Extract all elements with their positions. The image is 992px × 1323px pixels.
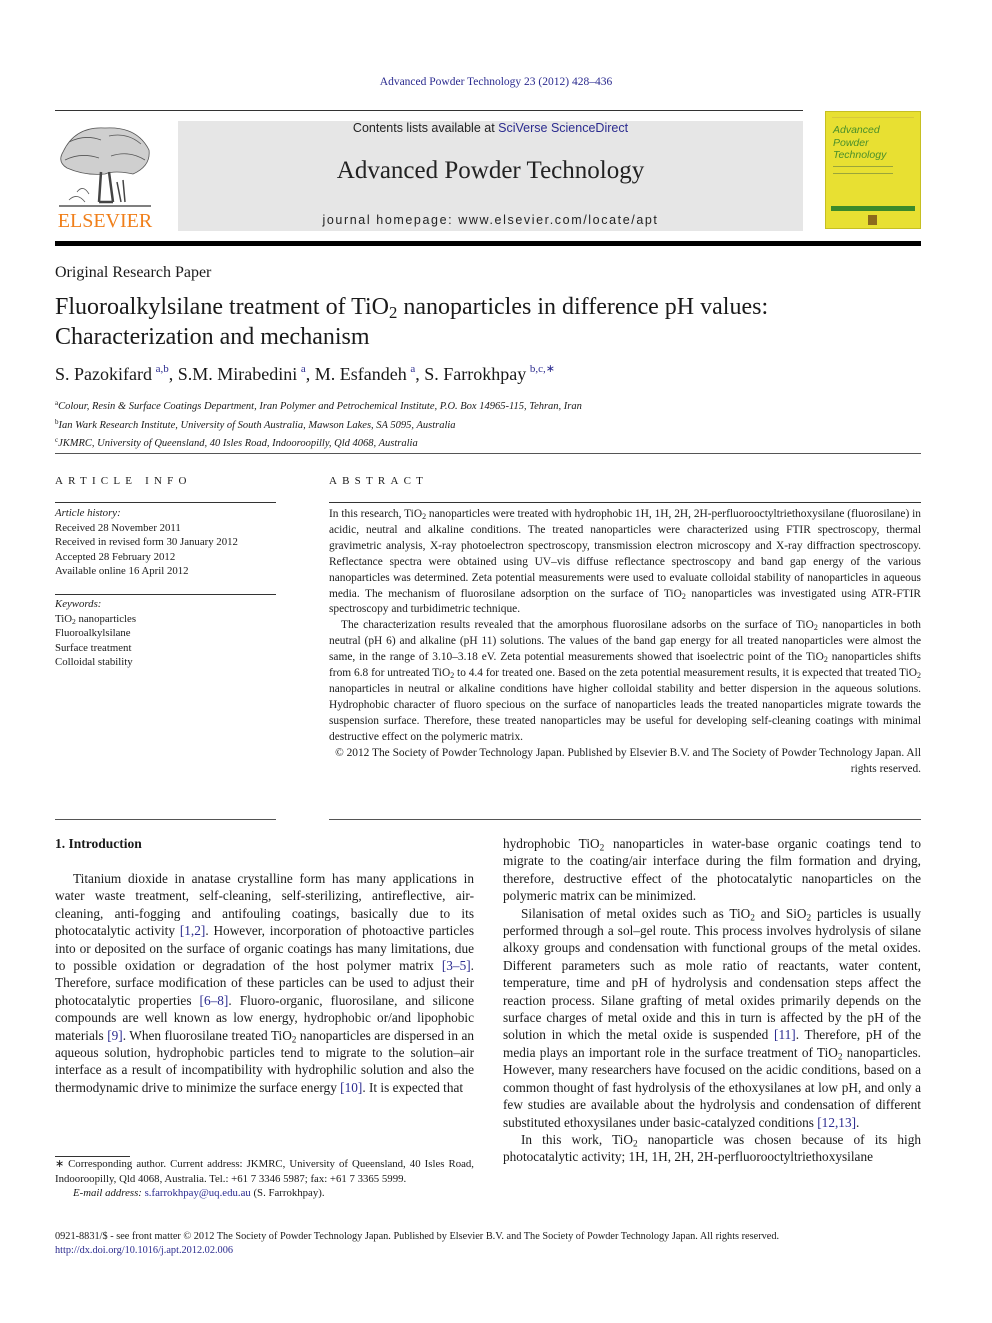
affiliation: aColour, Resin & Surface Coatings Depart… — [55, 399, 582, 412]
history-label: Article history: — [55, 507, 121, 519]
header-thick-rule — [55, 241, 921, 246]
contents-line: Contents lists available at SciVerse Sci… — [178, 121, 803, 135]
divider — [55, 453, 921, 454]
cover-title: Advanced Powder Technology — [833, 124, 886, 162]
journal-homepage-link[interactable]: journal homepage: www.elsevier.com/locat… — [178, 213, 803, 227]
keyword: TiO2 nanoparticles — [55, 612, 137, 626]
doi-link[interactable]: http://dx.doi.org/10.1016/j.apt.2012.02.… — [55, 1244, 925, 1258]
keyword: Surface treatment — [55, 641, 132, 654]
abstract-paragraph: The characterization results revealed th… — [329, 619, 921, 743]
cover-title-line: Technology — [833, 149, 887, 161]
corresponding-author-note: ∗ Corresponding author. Current address:… — [55, 1158, 474, 1185]
cover-topline — [832, 117, 914, 118]
body-column-right: hydrophobic TiO2 nanoparticles in water-… — [503, 835, 921, 1166]
affiliation: cJKMRC, University of Queensland, 40 Isl… — [55, 436, 418, 449]
paper-type: Original Research Paper — [55, 264, 212, 281]
article-history: Article history: Received 28 November 20… — [55, 506, 280, 579]
citation-link[interactable]: [10] — [340, 1080, 362, 1095]
citation-link[interactable]: [6–8] — [200, 993, 229, 1008]
divider — [329, 819, 921, 820]
citation-link[interactable]: [12,13] — [817, 1115, 856, 1130]
history-item: Available online 16 April 2012 — [55, 565, 189, 577]
divider — [55, 502, 276, 503]
elsevier-tree-icon — [59, 127, 151, 207]
affiliations: aColour, Resin & Surface Coatings Depart… — [55, 396, 582, 452]
keywords: Keywords: TiO2 nanoparticles Fluoroalkyl… — [55, 597, 280, 670]
affiliation-ref[interactable]: a,b — [156, 363, 169, 375]
cover-subtitle — [833, 166, 893, 174]
history-item: Received 28 November 2011 — [55, 521, 181, 534]
author: M. Esfandeh a, — [314, 363, 425, 384]
keyword: Fluoroalkylsilane — [55, 627, 131, 639]
issn-line: 0921-8831/$ - see front matter © 2012 Th… — [55, 1231, 780, 1242]
elsevier-wordmark: ELSEVIER — [57, 210, 153, 232]
body-paragraph: Titanium dioxide in anatase crystalline … — [55, 871, 475, 1095]
author: S.M. Mirabedini a, — [177, 363, 315, 384]
section-heading: 1. Introduction — [55, 836, 142, 851]
keywords-label: Keywords: — [55, 598, 102, 610]
email-link[interactable]: s.farrokhpay@uq.edu.au — [145, 1187, 251, 1199]
abstract-heading: ABSTRACT — [329, 475, 429, 487]
citation-link[interactable]: [9] — [107, 1028, 123, 1043]
divider — [55, 819, 276, 820]
cover-green-bar — [831, 206, 915, 211]
sciencedirect-link[interactable]: SciVerse ScienceDirect — [498, 121, 628, 135]
paper-title: Fluoroalkylsilane treatment of TiO2 nano… — [55, 292, 925, 352]
article-info-heading: ARTICLE INFO — [55, 475, 192, 487]
masthead: Contents lists available at SciVerse Sci… — [178, 121, 803, 231]
cover-title-line: Powder — [833, 136, 869, 149]
body-paragraph: Silanisation of metal oxides such as TiO… — [503, 905, 921, 1130]
citation-link[interactable]: [1,2] — [180, 923, 205, 938]
divider — [329, 502, 921, 503]
elsevier-logo[interactable]: ELSEVIER — [55, 120, 155, 234]
body-paragraph: In this work, TiO2 nanoparticle was chos… — [503, 1131, 922, 1165]
running-head[interactable]: Advanced Powder Technology 23 (2012) 428… — [0, 76, 992, 88]
abstract-body: In this research, TiO2 nanoparticles wer… — [329, 507, 921, 777]
history-item: Received in revised form 30 January 2012 — [55, 536, 238, 548]
top-rule — [55, 110, 803, 111]
abstract-paragraph: In this research, TiO2 nanoparticles wer… — [329, 508, 921, 616]
history-item: Accepted 28 February 2012 — [55, 550, 176, 563]
cover-logo-icon — [868, 215, 877, 225]
citation-link[interactable]: [3–5] — [442, 958, 471, 973]
body-column-left: Titanium dioxide in anatase crystalline … — [55, 870, 474, 1096]
title-line-2: Characterization and mechanism — [55, 324, 370, 350]
divider — [55, 594, 276, 595]
page-footer: 0921-8831/$ - see front matter © 2012 Th… — [55, 1230, 925, 1258]
journal-cover-thumbnail[interactable]: Advanced Powder Technology — [825, 111, 921, 229]
author-list: S. Pazokifard a,b, S.M. Mirabedini a, M.… — [55, 362, 555, 385]
contents-prefix: Contents lists available at — [352, 121, 499, 135]
title-line-1: Fluoroalkylsilane treatment of TiO2 nano… — [55, 294, 769, 323]
body-paragraph: hydrophobic TiO2 nanoparticles in water-… — [503, 836, 921, 904]
affiliation: bIan Wark Research Institute, University… — [55, 417, 456, 431]
email-line: E-mail address: s.farrokhpay@uq.edu.au (… — [73, 1187, 325, 1199]
author: S. Pazokifard a,b, — [55, 363, 178, 384]
journal-title: Advanced Powder Technology — [336, 157, 645, 184]
affiliation-ref[interactable]: b,c,∗ — [530, 363, 555, 375]
keyword: Colloidal stability — [55, 656, 133, 668]
author: S. Farrokhpay b,c,∗ — [424, 363, 555, 384]
cover-title-line: Advanced — [833, 124, 880, 136]
footnote: ∗ Corresponding author. Current address:… — [55, 1157, 474, 1201]
abstract-copyright: © 2012 The Society of Powder Technology … — [335, 746, 921, 775]
citation-link[interactable]: [11] — [774, 1027, 796, 1042]
